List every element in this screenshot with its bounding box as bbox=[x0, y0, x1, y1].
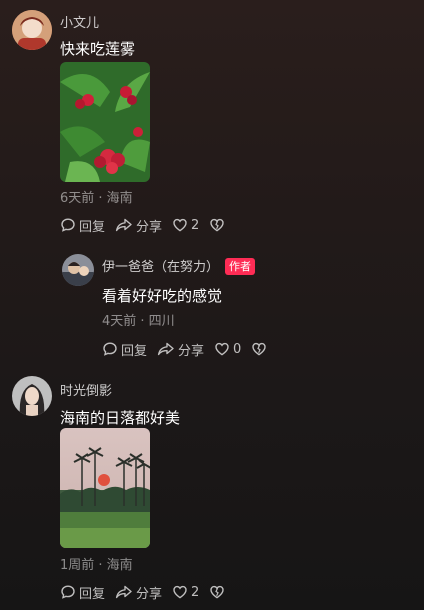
share-button[interactable]: 分享 bbox=[115, 583, 162, 602]
comment-bubble-icon bbox=[61, 585, 75, 599]
like-button[interactable]: 2 bbox=[172, 584, 199, 600]
share-button[interactable]: 分享 bbox=[115, 216, 162, 235]
avatar[interactable] bbox=[62, 254, 94, 286]
username[interactable]: 时光倒影 bbox=[60, 380, 112, 399]
heart-icon bbox=[215, 342, 229, 356]
username-text: 伊一爸爸（在努力） bbox=[102, 260, 220, 275]
share-label: 分享 bbox=[178, 343, 205, 359]
like-count: 0 bbox=[233, 341, 242, 357]
comment-text: 快来吃莲雾 bbox=[60, 40, 136, 58]
dislike-button[interactable] bbox=[209, 584, 225, 600]
broken-heart-icon bbox=[252, 342, 267, 356]
like-count: 2 bbox=[191, 217, 200, 233]
reply-button[interactable]: 回复 bbox=[60, 583, 105, 602]
share-button[interactable]: 分享 bbox=[157, 340, 204, 359]
comment-bubble-icon bbox=[103, 342, 117, 356]
comment-text: 看着好好吃的感觉 bbox=[102, 287, 223, 305]
broken-heart-icon bbox=[210, 585, 225, 599]
comment-image[interactable] bbox=[60, 62, 150, 182]
like-button[interactable]: 0 bbox=[214, 341, 241, 357]
comment-meta: 6天前 · 海南 bbox=[60, 191, 133, 206]
like-button[interactable]: 2 bbox=[172, 217, 199, 233]
share-label: 分享 bbox=[136, 219, 163, 235]
dislike-button[interactable] bbox=[251, 341, 267, 357]
reply-label: 回复 bbox=[121, 343, 148, 359]
username[interactable]: 伊一爸爸（在努力） 作者 bbox=[102, 256, 256, 275]
share-arrow-icon bbox=[157, 342, 174, 356]
reply-button[interactable]: 回复 bbox=[60, 216, 105, 235]
comment-text: 海南的日落都好美 bbox=[60, 409, 181, 427]
reply-button[interactable]: 回复 bbox=[102, 340, 147, 359]
broken-heart-icon bbox=[210, 218, 225, 232]
comment-actions: 回复 分享 2 bbox=[60, 583, 235, 602]
heart-icon bbox=[173, 218, 187, 232]
avatar[interactable] bbox=[12, 10, 52, 50]
reply-label: 回复 bbox=[79, 586, 106, 602]
share-label: 分享 bbox=[136, 586, 163, 602]
comment-actions: 回复 分享 2 bbox=[60, 216, 235, 235]
dislike-button[interactable] bbox=[209, 217, 225, 233]
comment-bubble-icon bbox=[61, 218, 75, 232]
avatar[interactable] bbox=[12, 376, 52, 416]
username[interactable]: 小文儿 bbox=[60, 12, 99, 31]
comment-meta: 1周前 · 海南 bbox=[60, 558, 133, 573]
comment-image[interactable] bbox=[60, 428, 150, 548]
share-arrow-icon bbox=[115, 218, 132, 232]
share-arrow-icon bbox=[115, 585, 132, 599]
comment-actions: 回复 分享 0 bbox=[102, 340, 277, 359]
like-count: 2 bbox=[191, 584, 200, 600]
author-badge: 作者 bbox=[225, 258, 256, 275]
heart-icon bbox=[173, 585, 187, 599]
comment-meta: 4天前 · 四川 bbox=[102, 314, 175, 329]
reply-label: 回复 bbox=[79, 219, 106, 235]
